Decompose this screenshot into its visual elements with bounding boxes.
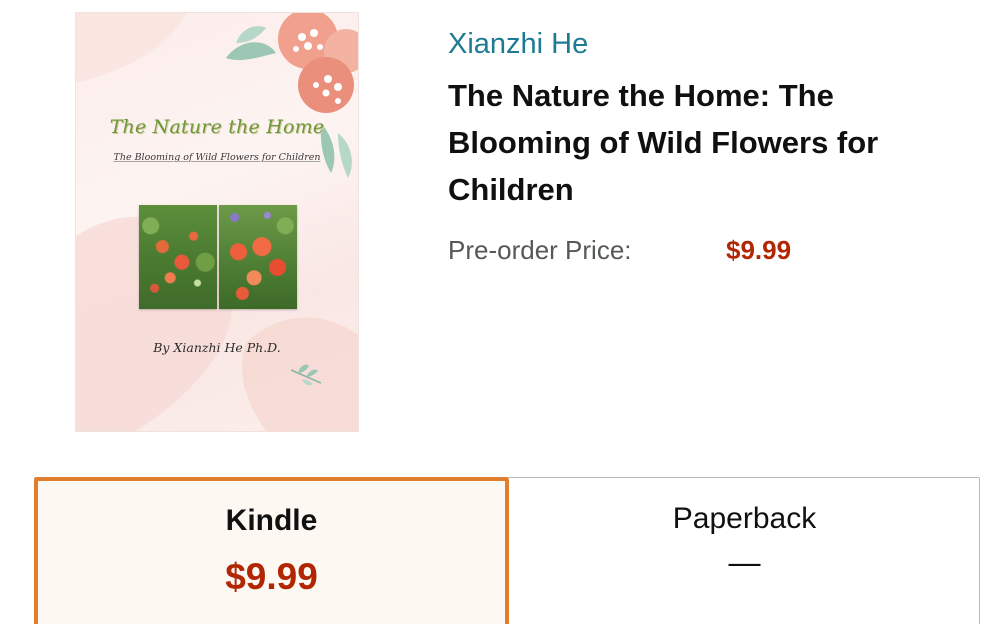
price-value: $9.99 [726, 235, 792, 265]
price-label: Pre-order Price: [448, 235, 632, 265]
cover-author: By Xianzhi He Ph.D. [153, 340, 281, 355]
cover-photo-left [139, 205, 217, 309]
format-name: Paperback [672, 502, 817, 535]
format-tab-paperback[interactable]: Paperback — [509, 478, 980, 624]
format-tab-kindle[interactable]: Kindle $9.99 [34, 477, 509, 624]
author-link[interactable]: Xianzhi He [448, 28, 588, 61]
cover-title: The Nature the Home [109, 116, 325, 138]
floral-decoration-icon [76, 13, 358, 431]
format-price: $9.99 [225, 556, 318, 597]
book-cover-image[interactable]: The Nature the Home The Blooming of Wild… [76, 13, 358, 431]
format-selector: Kindle $9.99 Paperback — [34, 477, 980, 624]
product-title: The Nature the Home: The Blooming of Wil… [448, 78, 879, 207]
cover-photo-right [219, 205, 297, 309]
format-name: Kindle [225, 504, 318, 537]
product-page: The Nature the Home The Blooming of Wild… [0, 0, 1000, 624]
cover-subtitle: The Blooming of Wild Flowers for Childre… [113, 152, 321, 163]
format-price: — [728, 544, 761, 580]
